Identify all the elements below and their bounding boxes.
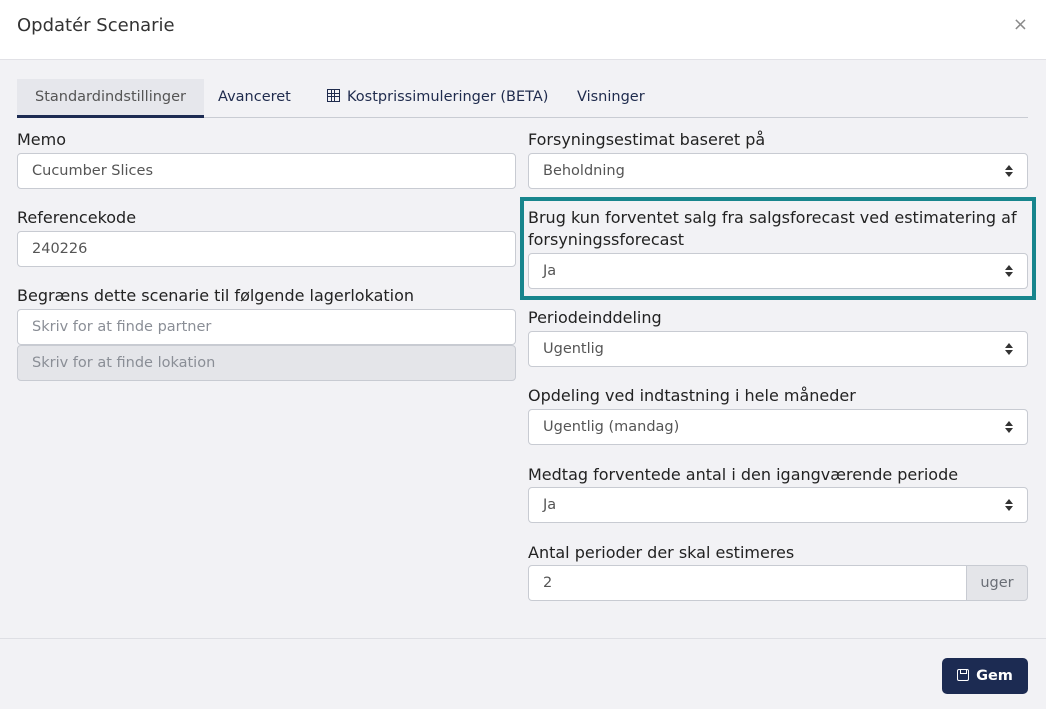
include-expected-select[interactable]: Ja <box>528 487 1028 523</box>
save-button-label: Gem <box>976 668 1013 684</box>
reference-code-label: Referencekode <box>17 208 137 227</box>
periods-unit-addon: uger <box>966 565 1028 601</box>
month-split-value: Ugentlig (mandag) <box>543 419 680 435</box>
save-button[interactable]: Gem <box>942 658 1028 694</box>
tab-kostprissimuleringer-label: Kostprissimuleringer (BETA) <box>347 89 549 105</box>
use-sales-forecast-value: Ja <box>543 263 557 279</box>
modal-body: Standardindstillinger Avanceret Kostpris… <box>0 61 1046 638</box>
supply-estimate-select[interactable]: Beholdning <box>528 153 1028 189</box>
select-arrows-icon <box>1005 265 1013 277</box>
tab-visninger[interactable]: Visninger <box>577 79 645 118</box>
select-arrows-icon <box>1005 165 1013 177</box>
location-search-input: Skriv for at finde lokation <box>17 345 516 381</box>
memo-input[interactable]: Cucumber Slices <box>17 153 516 189</box>
select-arrows-icon <box>1005 421 1013 433</box>
use-sales-forecast-label: Brug kun forventet salg fra salgsforecas… <box>528 208 1017 249</box>
reference-code-input[interactable]: 240226 <box>17 231 516 267</box>
tab-kostprissimuleringer[interactable]: Kostprissimuleringer (BETA) <box>327 79 548 118</box>
period-split-select[interactable]: Ugentlig <box>528 331 1028 367</box>
periods-count-input[interactable]: 2 <box>528 565 967 601</box>
location-restriction-label: Begræns dette scenarie til følgende lage… <box>17 286 415 305</box>
select-arrows-icon <box>1005 499 1013 511</box>
period-split-value: Ugentlig <box>543 341 604 357</box>
close-button[interactable]: × <box>1013 14 1028 36</box>
select-arrows-icon <box>1005 343 1013 355</box>
include-expected-value: Ja <box>543 497 557 513</box>
month-split-select[interactable]: Ugentlig (mandag) <box>528 409 1028 445</box>
month-split-label: Opdeling ved indtastning i hele måneder <box>528 386 856 405</box>
include-expected-label: Medtag forventede antal i den igangværen… <box>528 465 959 484</box>
supply-estimate-label: Forsyningsestimat baseret på <box>528 130 766 149</box>
tab-avanceret[interactable]: Avanceret <box>218 79 291 118</box>
modal-footer: Gem <box>0 638 1046 709</box>
period-split-label: Periodeinddeling <box>528 308 662 327</box>
table-icon <box>327 89 340 102</box>
partner-search-input[interactable]: Skriv for at finde partner <box>17 309 516 345</box>
floppy-disk-icon <box>957 669 970 681</box>
modal-header: Opdatér Scenarie × <box>0 0 1046 60</box>
periods-count-label: Antal perioder der skal estimeres <box>528 543 795 562</box>
memo-label: Memo <box>17 130 67 149</box>
tab-standardindstillinger[interactable]: Standardindstillinger <box>17 79 205 118</box>
tab-bar: Standardindstillinger Avanceret Kostpris… <box>17 79 1028 118</box>
supply-estimate-value: Beholdning <box>543 163 625 179</box>
modal-title: Opdatér Scenarie <box>17 15 175 36</box>
use-sales-forecast-select[interactable]: Ja <box>528 253 1028 289</box>
